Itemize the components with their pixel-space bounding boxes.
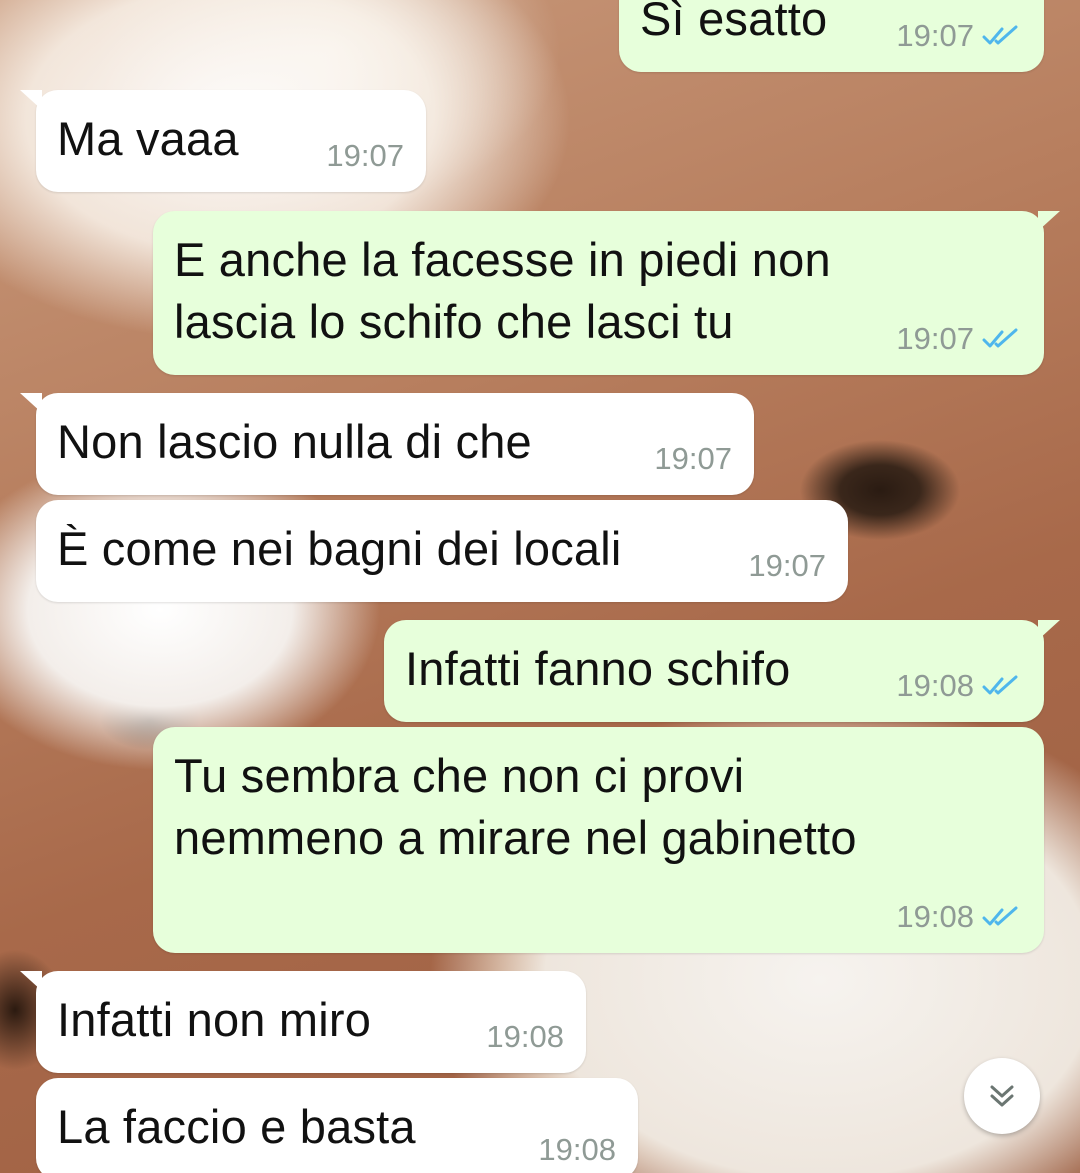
message-meta: 19:08: [896, 899, 1022, 935]
message-text: Infatti fanno schifo: [405, 642, 791, 695]
message-bubble-outgoing[interactable]: Sì esatto 19:07: [619, 0, 1044, 72]
message-time: 19:08: [486, 1019, 564, 1054]
message-text: La faccio e basta: [57, 1100, 416, 1153]
message-time: 19:08: [538, 1132, 616, 1167]
message-meta: 19:07: [748, 548, 826, 584]
double-check-icon: [982, 675, 1018, 695]
double-chevron-down-icon: [990, 1085, 1014, 1107]
message-text: Ma vaaa: [57, 112, 239, 165]
message-time: 19:08: [896, 668, 974, 703]
message-text: E anche la facesse in piedi non lascia l…: [174, 233, 831, 348]
message-text: Tu sembra che non ci provi nemmeno a mir…: [174, 749, 857, 864]
message-bubble-incoming[interactable]: Infatti non miro 19:08: [20, 971, 586, 1073]
message-time: 19:07: [896, 321, 974, 356]
message-meta: 19:07: [326, 138, 404, 174]
message-time: 19:08: [896, 899, 974, 934]
message-bubble-incoming[interactable]: Non lascio nulla di che 19:07: [20, 393, 754, 495]
message-bubble-incoming[interactable]: È come nei bagni dei locali 19:07: [36, 500, 848, 602]
message-time: 19:07: [896, 18, 974, 53]
message-meta: 19:07: [654, 441, 732, 477]
message-meta: 19:07: [896, 321, 1022, 357]
message-text: È come nei bagni dei locali: [57, 522, 622, 575]
message-time: 19:07: [748, 548, 826, 583]
double-check-icon: [982, 25, 1018, 45]
message-bubble-outgoing[interactable]: Infatti fanno schifo 19:08: [384, 620, 1060, 722]
message-meta: 19:08: [486, 1019, 564, 1055]
double-check-icon: [982, 328, 1018, 348]
message-meta: 19:08: [538, 1132, 616, 1168]
message-bubble-incoming[interactable]: Ma vaaa 19:07: [20, 90, 426, 192]
scroll-to-bottom-button[interactable]: [964, 1058, 1040, 1134]
double-check-icon: [982, 906, 1018, 926]
message-bubble-outgoing[interactable]: E anche la facesse in piedi non lascia l…: [153, 211, 1060, 375]
message-bubble-incoming[interactable]: La faccio e basta 19:08: [36, 1078, 638, 1173]
message-meta: 19:07: [896, 18, 1022, 54]
message-text: Sì esatto: [640, 0, 828, 45]
message-text: Infatti non miro: [57, 993, 372, 1046]
message-time: 19:07: [326, 138, 404, 173]
message-bubble-outgoing[interactable]: Tu sembra che non ci provi nemmeno a mir…: [153, 727, 1044, 953]
message-time: 19:07: [654, 441, 732, 476]
message-text: Non lascio nulla di che: [57, 415, 532, 468]
message-meta: 19:08: [896, 668, 1022, 704]
